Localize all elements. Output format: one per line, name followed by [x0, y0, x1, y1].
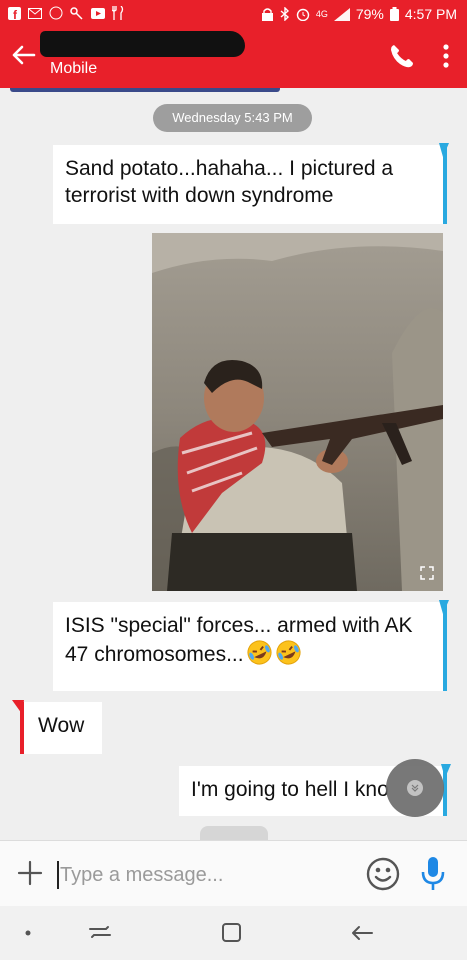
chevron-down-icon — [407, 780, 423, 796]
incoming-message[interactable]: Wow — [12, 700, 102, 754]
conversation-header: Mobile — [0, 28, 467, 88]
outgoing-message[interactable]: Sand potato...hahaha... I pictured a ter… — [53, 143, 449, 224]
facebook-icon: f — [8, 6, 21, 20]
home-icon[interactable] — [218, 920, 246, 946]
video-message[interactable] — [152, 233, 443, 591]
microphone-icon[interactable] — [420, 855, 446, 893]
network-type: 4G — [315, 9, 328, 19]
emoji-icon[interactable] — [366, 857, 400, 891]
compose-bar — [0, 840, 467, 906]
scroll-to-bottom-button[interactable] — [386, 759, 444, 817]
message-list[interactable]: Wednesday 5:43 PM Sand potato...hahaha..… — [0, 88, 467, 840]
rofl-emoji — [276, 640, 301, 665]
message-input[interactable] — [60, 860, 340, 890]
bluetooth-icon — [280, 7, 289, 21]
system-nav-bar — [0, 906, 467, 960]
bubble-tail-icon — [439, 143, 449, 157]
message-text: Wow — [38, 714, 85, 737]
system-indicators: 4G 79% 4:57 PM — [261, 6, 457, 22]
lock-icon — [261, 7, 273, 21]
restaurant-icon — [112, 6, 124, 20]
add-attachment-icon[interactable] — [16, 859, 44, 887]
key-icon — [70, 7, 83, 20]
bubble-tail-icon — [439, 600, 449, 614]
message-text: I'm going to hell I kno — [191, 778, 389, 801]
notification-icons: f — [8, 6, 124, 20]
back-nav-icon[interactable] — [348, 920, 376, 946]
phone-icon[interactable] — [388, 42, 416, 70]
app-badge-icon — [49, 6, 63, 20]
recent-apps-icon[interactable] — [86, 920, 114, 946]
bubble-tail-icon — [441, 764, 451, 778]
bubble-tail-icon — [12, 700, 24, 714]
rofl-emoji — [247, 640, 272, 665]
message-text: Sand potato...hahaha... I pictured a ter… — [65, 157, 394, 207]
battery-percent: 79% — [355, 6, 384, 22]
signal-icon — [333, 7, 350, 21]
alarm-icon — [296, 8, 310, 21]
more-vert-icon[interactable] — [436, 42, 456, 70]
next-message-peek — [200, 826, 268, 840]
contact-subtitle: Mobile — [50, 60, 98, 77]
date-divider: Wednesday 5:43 PM — [153, 104, 312, 132]
youtube-icon — [91, 7, 105, 19]
outgoing-message[interactable]: ISIS "special" forces... armed with AK 4… — [53, 600, 449, 691]
contact-name-redacted — [40, 31, 245, 57]
video-thumbnail — [152, 233, 443, 591]
text-cursor — [57, 861, 59, 889]
fullscreen-icon[interactable] — [420, 566, 434, 580]
battery-icon — [389, 7, 399, 21]
mail-icon — [28, 7, 42, 19]
nav-dot-icon[interactable] — [14, 920, 42, 946]
previous-message-edge — [10, 88, 280, 92]
status-bar: f 4G 79% 4:57 PM — [0, 0, 467, 28]
message-text: ISIS "special" forces... armed with AK 4… — [65, 614, 413, 666]
clock: 4:57 PM — [404, 6, 457, 22]
back-arrow-icon[interactable] — [8, 40, 38, 70]
